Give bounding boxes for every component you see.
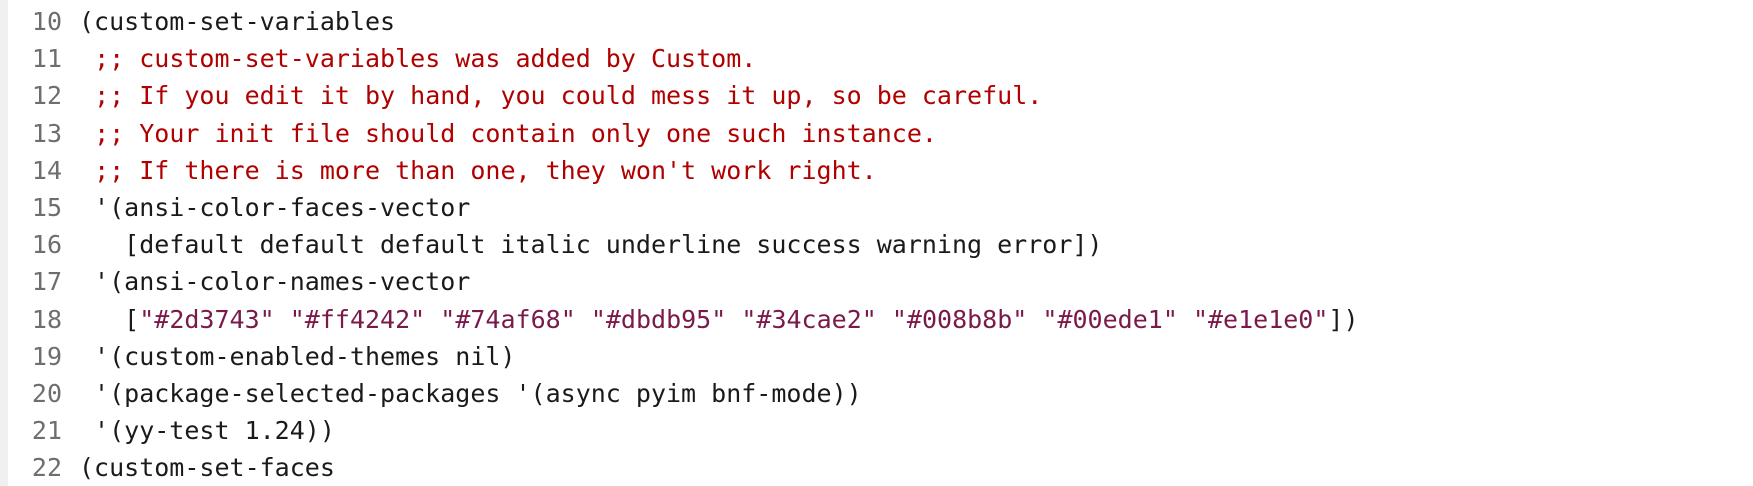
code-line[interactable]: 12 ;; If you edit it by hand, you could … <box>0 77 1753 114</box>
default-token <box>425 305 440 334</box>
line-number: 11 <box>31 44 62 74</box>
comment-token: ;; If you edit it by hand, you could mes… <box>94 81 1043 111</box>
code-line[interactable]: 20 '(package-selected-packages '(async p… <box>0 375 1753 412</box>
string-token: "#2d3743" <box>139 304 275 334</box>
line-number: 14 <box>31 155 62 185</box>
string-token: "#ff4242" <box>289 304 426 334</box>
line-number: 22 <box>31 453 62 483</box>
code-text: '(package-selected-packages '(async pyim… <box>62 379 862 408</box>
code-text: ["#2d3743" "#ff4242" "#74af68" "#dbdb95"… <box>62 304 1359 334</box>
default-token: '(ansi-color-names-vector <box>79 267 471 297</box>
default-token: ]) <box>1328 304 1359 334</box>
default-token <box>1178 305 1193 334</box>
line-number: 17 <box>31 267 62 297</box>
code-line[interactable]: 18 ["#2d3743" "#ff4242" "#74af68" "#dbdb… <box>0 301 1753 338</box>
code-line[interactable]: 19 '(custom-enabled-themes nil) <box>0 338 1753 375</box>
default-token <box>576 305 591 334</box>
default-token <box>275 305 290 334</box>
string-token: "#00ede1" <box>1042 304 1178 334</box>
code-lines: 10 (custom-set-variables 11 ;; custom-set-… <box>0 3 1753 486</box>
line-number: 10 <box>31 7 62 37</box>
default-token <box>1027 305 1042 334</box>
default-token: '(ansi-color-faces-vector <box>79 193 471 223</box>
code-text: [default default default italic underlin… <box>62 230 1103 260</box>
line-number: 21 <box>31 416 62 446</box>
comment-token: ;; If there is more than one, they won't… <box>94 155 877 185</box>
line-number: 13 <box>31 118 62 148</box>
code-line[interactable]: 15 '(ansi-color-faces-vector <box>0 189 1753 226</box>
code-text: (custom-set-faces <box>62 453 335 482</box>
line-number: 20 <box>31 378 62 408</box>
default-token: '(custom-enabled-themes nil) <box>79 341 516 371</box>
default-token <box>79 156 94 185</box>
string-token: "#34cae2" <box>741 304 877 334</box>
string-token: "#e1e1e0" <box>1192 304 1329 334</box>
default-token <box>877 305 892 334</box>
code-text: '(custom-enabled-themes nil) <box>62 341 516 371</box>
default-token <box>79 119 94 148</box>
default-token: (custom-set-faces <box>79 453 335 483</box>
default-token <box>79 44 94 73</box>
code-line[interactable]: 10 (custom-set-variables <box>0 3 1753 40</box>
code-line[interactable]: 17 '(ansi-color-names-vector <box>0 263 1753 300</box>
code-line[interactable]: 22 (custom-set-faces <box>0 449 1753 486</box>
default-token: '(package-selected-packages '(async pyim… <box>79 378 862 408</box>
string-token: "#008b8b" <box>891 304 1028 334</box>
code-line[interactable]: 21 '(yy-test 1.24)) <box>0 412 1753 449</box>
code-text: ;; If there is more than one, they won't… <box>62 156 877 185</box>
default-token <box>79 81 94 110</box>
code-text: '(ansi-color-names-vector <box>62 267 470 296</box>
code-text: '(ansi-color-faces-vector <box>62 193 470 222</box>
comment-token: ;; Your init file should contain only on… <box>94 118 937 148</box>
line-number: 19 <box>31 341 62 371</box>
default-token: (custom-set-variables <box>79 7 396 37</box>
code-text: (custom-set-variables <box>62 7 395 36</box>
code-line[interactable]: 14 ;; If there is more than one, they wo… <box>0 152 1753 189</box>
line-number: 18 <box>31 304 62 334</box>
string-token: "#74af68" <box>440 304 576 334</box>
default-token: [default default default italic underlin… <box>79 230 1103 260</box>
line-number: 12 <box>31 81 62 111</box>
default-token: [ <box>79 304 140 334</box>
code-editor[interactable]: 10 (custom-set-variables 11 ;; custom-set-… <box>0 0 1753 486</box>
code-text: '(yy-test 1.24)) <box>62 416 335 445</box>
code-text: ;; Your init file should contain only on… <box>62 119 937 148</box>
default-token: '(yy-test 1.24)) <box>79 416 335 446</box>
code-line[interactable]: 11 ;; custom-set-variables was added by … <box>0 40 1753 77</box>
code-text: ;; If you edit it by hand, you could mes… <box>62 81 1042 110</box>
string-token: "#dbdb95" <box>590 304 727 334</box>
line-number: 16 <box>31 230 62 260</box>
comment-token: ;; custom-set-variables was added by Cus… <box>94 44 757 74</box>
code-line[interactable]: 16 [default default default italic under… <box>0 226 1753 263</box>
default-token <box>726 305 741 334</box>
code-line[interactable]: 13 ;; Your init file should contain only… <box>0 115 1753 152</box>
code-text: ;; custom-set-variables was added by Cus… <box>62 44 756 73</box>
line-number: 15 <box>31 193 62 223</box>
